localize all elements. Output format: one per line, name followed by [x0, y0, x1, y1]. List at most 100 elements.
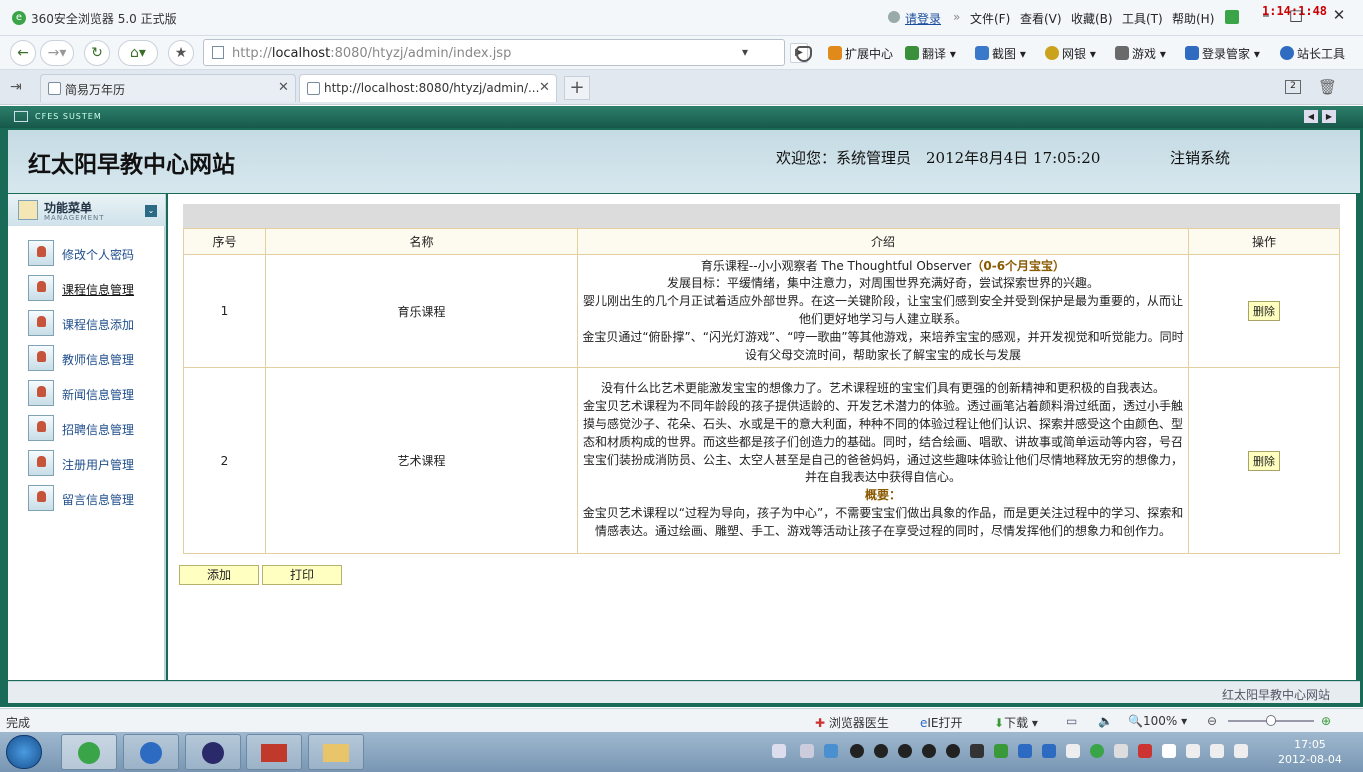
tab-bar: ⇥ 简易万年历 ✕ http://localhost:8080/htyzj/ad… — [0, 70, 1363, 105]
tool-screenshot[interactable]: 截图 ▾ — [975, 45, 1026, 62]
qq-icon[interactable] — [922, 744, 936, 758]
closed-tabs-icon[interactable]: 2 — [1285, 80, 1301, 94]
shield-icon[interactable] — [1042, 744, 1056, 758]
tray-app-icon[interactable] — [970, 744, 984, 758]
zoom[interactable]: 🔍100% ▾ — [1128, 714, 1187, 728]
logout-link[interactable]: 注销系统 — [1170, 147, 1230, 168]
taskbar-toolbox[interactable] — [246, 734, 302, 770]
tool-extensions[interactable]: 扩展中心 — [828, 45, 893, 62]
sidebar-item-teacher-manage[interactable]: 教师信息管理 — [28, 345, 160, 371]
window-icon[interactable]: ▭ — [1066, 714, 1077, 728]
keyboard-icon[interactable] — [772, 744, 786, 758]
tray-app-icon[interactable] — [994, 744, 1008, 758]
volume-icon[interactable] — [1234, 744, 1248, 758]
page-icon — [212, 46, 224, 59]
tab-close-icon[interactable]: ✕ — [539, 80, 550, 95]
scroll-left-icon[interactable]: ◀ — [1304, 110, 1318, 123]
ie-open[interactable]: eIE打开 — [920, 714, 963, 731]
user-icon — [28, 275, 54, 301]
menu-favorites[interactable]: 收藏(B) — [1071, 10, 1113, 27]
shield-icon[interactable] — [796, 46, 812, 62]
tab-admin[interactable]: http://localhost:8080/htyzj/admin/... ✕ — [299, 74, 557, 102]
address-bar[interactable]: http://localhost:8080/htyzj/admin/index.… — [203, 39, 785, 66]
taskbar-360-browser[interactable] — [61, 734, 117, 770]
tool-login-manager[interactable]: 登录管家 ▾ — [1185, 45, 1260, 62]
home-icon[interactable]: ⌂▾ — [118, 40, 158, 66]
tool-translate[interactable]: 翻译 ▾ — [905, 45, 956, 62]
tool-webmaster[interactable]: 站长工具 — [1280, 45, 1345, 62]
tab-calendar[interactable]: 简易万年历 ✕ — [40, 74, 296, 102]
zoom-out-icon[interactable]: ⊖ — [1207, 714, 1217, 728]
tab-close-icon[interactable]: ✕ — [278, 80, 289, 95]
intro-line: 发展目标：平缓情绪，集中注意力，对周围世界充满好奇，尝试探索世界的兴趣。 — [666, 276, 1099, 291]
sidebar-item-message-manage[interactable]: 留言信息管理 — [28, 485, 160, 511]
browser-title-bar: e 360安全浏览器 5.0 正式版 请登录 » 文件(F) 查看(V) 收藏(… — [0, 0, 1363, 36]
tray-app-icon[interactable] — [800, 744, 814, 758]
menu-tools[interactable]: 工具(T) — [1122, 10, 1163, 27]
skin-icon[interactable] — [1225, 10, 1239, 24]
intro-line: 没有什么比艺术更能激发宝宝的想像力了。艺术课程班的宝宝们具有更强的创新精神和更积… — [600, 381, 1165, 396]
print-button[interactable]: 打印 — [262, 565, 342, 585]
sidebar-item-user-manage[interactable]: 注册用户管理 — [28, 450, 160, 476]
browser-doctor[interactable]: ✚ 浏览器医生 — [815, 714, 889, 731]
qq-icon[interactable] — [874, 744, 888, 758]
sidebar-item-course-manage[interactable]: 课程信息管理 — [28, 275, 160, 301]
delete-button[interactable]: 删除 — [1248, 301, 1280, 321]
menu-file[interactable]: 文件(F) — [970, 10, 1010, 27]
add-button[interactable]: 添加 — [179, 565, 259, 585]
user-icon — [28, 450, 54, 476]
tray-app-icon[interactable] — [1138, 744, 1152, 758]
collapse-icon[interactable]: ⌄ — [145, 205, 157, 217]
taskbar-eclipse[interactable] — [185, 734, 241, 770]
taskbar-clock[interactable]: 17:05 2012-08-04 — [1278, 737, 1342, 767]
volume-icon[interactable]: 🔈 — [1098, 714, 1113, 728]
trash-icon[interactable]: 🗑 — [1318, 78, 1337, 96]
maximize-icon[interactable]: □ — [1285, 6, 1307, 24]
tray-app-icon[interactable] — [1090, 744, 1104, 758]
download[interactable]: ⬇下载 ▾ — [994, 714, 1038, 731]
system-strip: CFES SUSTEM ◀ ▶ — [0, 106, 1363, 128]
navigation-bar: ← →▾ ↻ ⌂▾ ★ http://localhost:8080/htyzj/… — [0, 36, 1363, 70]
user-icon — [28, 310, 54, 336]
sidebar-item-news-manage[interactable]: 新闻信息管理 — [28, 380, 160, 406]
delete-button[interactable]: 删除 — [1248, 450, 1280, 471]
menu-view[interactable]: 查看(V) — [1020, 10, 1062, 27]
column-header: 介绍 — [577, 228, 1189, 255]
tool-games[interactable]: 游戏 ▾ — [1115, 45, 1166, 62]
forward-icon[interactable]: →▾ — [40, 40, 74, 66]
tray-app-icon[interactable] — [1066, 744, 1080, 758]
flag-icon[interactable] — [1162, 744, 1176, 758]
user-icon — [28, 380, 54, 406]
qq-icon[interactable] — [898, 744, 912, 758]
sidebar-item-change-password[interactable]: 修改个人密码 — [28, 240, 160, 266]
tray-app-icon[interactable] — [1018, 744, 1032, 758]
table-caption-band — [183, 204, 1340, 228]
back-icon[interactable]: ← — [10, 40, 36, 66]
sidebar-item-course-add[interactable]: 课程信息添加 — [28, 310, 160, 336]
taskbar-explorer[interactable] — [308, 734, 364, 770]
taskbar-ie[interactable] — [123, 734, 179, 770]
network-icon[interactable] — [1210, 744, 1224, 758]
scroll-right-icon[interactable]: ▶ — [1322, 110, 1336, 123]
dropdown-icon[interactable]: ▾ — [742, 45, 748, 59]
login-link[interactable]: 请登录 — [905, 10, 941, 27]
tool-banking[interactable]: 网银 ▾ — [1045, 45, 1096, 62]
start-button[interactable] — [6, 735, 42, 769]
zoom-in-icon[interactable]: ⊕ — [1321, 714, 1331, 728]
zoom-slider-handle[interactable] — [1266, 715, 1276, 726]
close-icon[interactable]: ✕ — [1328, 6, 1350, 24]
favorite-star-icon[interactable]: ★ — [168, 40, 194, 66]
new-tab-icon[interactable]: + — [564, 76, 590, 100]
qq-icon[interactable] — [850, 744, 864, 758]
tray-app-icon[interactable] — [824, 744, 838, 758]
sidebar-item-label: 留言信息管理 — [62, 493, 135, 507]
sidebar-toggle-icon[interactable]: ⇥ — [10, 79, 22, 95]
menu-help[interactable]: 帮助(H) — [1172, 10, 1214, 27]
tray-app-icon[interactable] — [1186, 744, 1200, 758]
tab-favicon-icon — [48, 82, 61, 95]
refresh-icon[interactable]: ↻ — [84, 40, 110, 66]
tray-app-icon[interactable] — [1114, 744, 1128, 758]
minimize-icon[interactable]: – — [1255, 6, 1277, 24]
qq-icon[interactable] — [946, 744, 960, 758]
sidebar-item-recruit-manage[interactable]: 招聘信息管理 — [28, 415, 160, 441]
